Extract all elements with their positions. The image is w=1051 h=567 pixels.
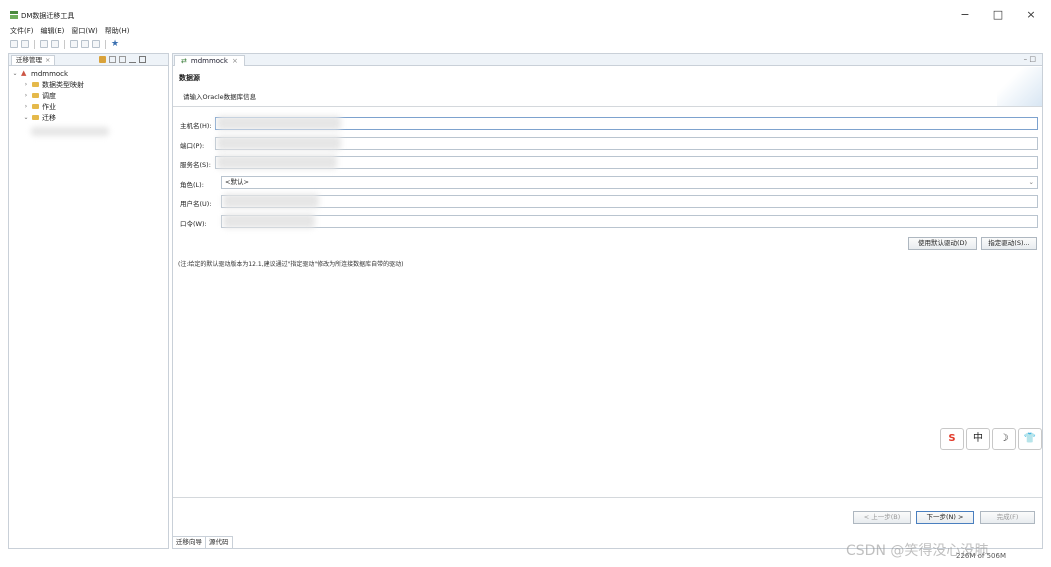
toolbar: ★	[10, 38, 120, 50]
title-bar: DM数据迁移工具 − □ ×	[0, 0, 1051, 24]
home-icon[interactable]: ★	[111, 39, 120, 49]
password-label: 口令(W):	[180, 220, 207, 228]
ime-skin-button[interactable]: 👕	[1018, 428, 1042, 450]
migration-tab-label: 迁移管理	[16, 56, 42, 64]
minimize-view-icon[interactable]	[129, 56, 136, 63]
nav-divider	[173, 497, 1042, 498]
header-banner-image	[997, 67, 1042, 106]
folder-icon	[32, 104, 39, 109]
tree-label: mdmmock	[31, 69, 69, 78]
chevron-right-icon[interactable]: ›	[23, 81, 29, 88]
menu-window[interactable]: 窗口(W)	[71, 26, 97, 37]
next-button[interactable]: 下一步(N) >	[916, 511, 974, 524]
ime-moon-button[interactable]: ☽	[992, 428, 1016, 450]
tab-mdmmock[interactable]: ⇄ mdmmock ×	[174, 55, 245, 66]
tree-item-job[interactable]: › 作业	[23, 102, 56, 111]
tab-migration-manager[interactable]: 迁移管理 ×	[11, 55, 56, 65]
editor-area: ⇄ mdmmock × – □ 数据源 请输入Oracle数据库信息 主机名(H…	[172, 53, 1043, 549]
tree-item-migration[interactable]: ⌄ 迁移	[23, 113, 56, 122]
tree-label: 作业	[42, 102, 56, 111]
menu-file[interactable]: 文件(F)	[10, 26, 34, 37]
save-all-icon[interactable]	[51, 40, 59, 48]
role-selected-value: <默认>	[225, 178, 249, 186]
tree-item-schedule[interactable]: › 调度	[23, 91, 56, 100]
redacted-service-value	[217, 155, 337, 169]
username-label: 用户名(U):	[180, 200, 212, 208]
copy-icon[interactable]	[81, 40, 89, 48]
new-icon[interactable]	[10, 40, 18, 48]
paste-icon[interactable]	[92, 40, 100, 48]
chevron-down-icon[interactable]: ⌄	[12, 70, 18, 77]
role-select[interactable]: <默认> ⌄	[221, 176, 1038, 189]
use-default-driver-button[interactable]: 使用默认驱动(D)	[908, 237, 977, 250]
open-icon[interactable]	[21, 40, 29, 48]
menu-edit[interactable]: 编辑(E)	[41, 26, 65, 37]
project-icon: ▲	[21, 69, 27, 77]
ime-logo-button[interactable]: S	[940, 428, 964, 450]
password-input[interactable]	[221, 215, 1038, 228]
app-icon	[10, 11, 18, 19]
ime-chinese-button[interactable]: 中	[966, 428, 990, 450]
maximize-view-icon[interactable]	[139, 56, 146, 63]
service-label: 服务名(S):	[180, 161, 211, 169]
ime-toolbar: S 中 ☽ 👕	[940, 428, 1042, 450]
specify-driver-button[interactable]: 指定驱动(S)...	[981, 237, 1037, 250]
editor-tab-label: mdmmock	[190, 57, 228, 65]
link-icon[interactable]	[119, 56, 126, 63]
tab-migration-wizard[interactable]: 迁移向导	[173, 537, 206, 548]
close-button[interactable]: ×	[1021, 8, 1041, 22]
tree-label: 调度	[42, 91, 56, 100]
host-label: 主机名(H):	[180, 122, 212, 130]
tree-item-type-mapping[interactable]: › 数据类型映射	[23, 80, 84, 89]
chevron-down-icon[interactable]: ⌄	[23, 114, 29, 121]
csdn-watermark: CSDN @笑得没心没肺	[846, 543, 989, 559]
redacted-port-value	[217, 136, 341, 150]
close-icon[interactable]: ×	[232, 56, 238, 66]
role-label: 角色(L):	[180, 181, 204, 189]
editor-tabbar: ⇄ mdmmock × – □	[173, 54, 1042, 66]
toolbar-divider	[34, 39, 35, 49]
menu-bar: 文件(F) 编辑(E) 窗口(W) 帮助(H)	[10, 26, 130, 37]
cut-icon[interactable]	[70, 40, 78, 48]
folder-icon	[32, 82, 39, 87]
wizard-icon: ⇄	[181, 57, 187, 65]
minimize-button[interactable]: −	[955, 8, 975, 22]
close-icon[interactable]: ×	[45, 56, 50, 65]
driver-note: (注:给定的默认驱动版本为12.1,建议通过"指定驱动"修改为所连接数据库自带的…	[178, 261, 404, 268]
chevron-right-icon[interactable]: ›	[23, 92, 29, 99]
menu-help[interactable]: 帮助(H)	[105, 26, 130, 37]
redacted-password-value	[223, 214, 315, 228]
toolbar-divider	[105, 39, 106, 49]
username-input[interactable]	[221, 195, 1038, 208]
redacted-host-value	[217, 116, 341, 130]
app-title: DM数据迁移工具	[21, 12, 75, 20]
port-label: 端口(P):	[180, 142, 205, 150]
chevron-down-icon[interactable]: ⌄	[1029, 177, 1034, 188]
chevron-right-icon[interactable]: ›	[23, 103, 29, 110]
folder-icon	[32, 93, 39, 98]
wizard-title: 数据源	[179, 74, 200, 82]
left-panel-actions	[99, 56, 146, 63]
toolbar-divider	[64, 39, 65, 49]
folder-open-icon	[32, 115, 39, 120]
editor-bottom-tabs: 迁移向导 源代码	[173, 536, 233, 548]
collapse-icon[interactable]	[109, 56, 116, 63]
wizard-header: 数据源 请输入Oracle数据库信息	[173, 67, 1042, 107]
tab-source-code[interactable]: 源代码	[206, 537, 233, 548]
tree-item-root[interactable]: ⌄ ▲ mdmmock	[12, 69, 68, 78]
filter-icon[interactable]	[99, 56, 106, 63]
tree-label: 数据类型映射	[42, 80, 84, 89]
editor-view-controls[interactable]: – □	[1024, 55, 1036, 63]
prev-button[interactable]: < 上一步(B)	[853, 511, 911, 524]
maximize-button[interactable]: □	[988, 8, 1008, 22]
migration-manager-panel: 迁移管理 × ⌄ ▲ mdmmock › 数据类型映射 › 调度 › 作业 ⌄ …	[8, 53, 169, 549]
redacted-tree-item	[31, 127, 109, 136]
left-panel-tabbar: 迁移管理 ×	[9, 54, 168, 66]
finish-button[interactable]: 完成(F)	[980, 511, 1035, 524]
service-input[interactable]	[215, 156, 1038, 169]
save-icon[interactable]	[40, 40, 48, 48]
redacted-username-value	[223, 194, 319, 208]
tree-label: 迁移	[42, 113, 56, 122]
wizard-description: 请输入Oracle数据库信息	[183, 93, 257, 101]
